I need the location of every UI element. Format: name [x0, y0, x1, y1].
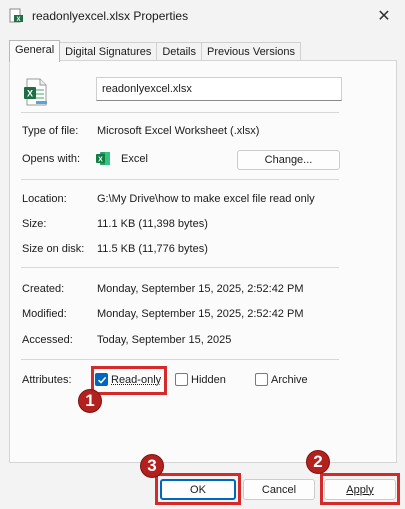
tab-details[interactable]: Details: [156, 42, 202, 62]
archive-checkbox[interactable]: Archive: [255, 373, 308, 386]
separator: [21, 179, 339, 180]
step-marker-2: 2: [306, 450, 330, 474]
separator: [21, 359, 339, 360]
checkbox-unchecked-icon[interactable]: [175, 373, 188, 386]
location-value: G:\My Drive\how to make excel file read …: [97, 193, 315, 205]
svg-text:X: X: [27, 89, 33, 99]
close-icon: ✕: [377, 8, 391, 25]
tab-strip: General Digital Signatures Details Previ…: [9, 40, 302, 62]
excel-file-icon: X: [24, 78, 47, 106]
title-bar: X readonlyexcel.xlsx Properties ✕: [0, 0, 405, 32]
separator: [21, 267, 339, 268]
modified-value: Monday, September 15, 2025, 2:52:42 PM: [97, 308, 304, 320]
file-name-input[interactable]: [96, 77, 342, 101]
created-value: Monday, September 15, 2025, 2:52:42 PM: [97, 283, 304, 295]
svg-text:X: X: [98, 157, 103, 164]
step-marker-1: 1: [78, 389, 102, 413]
read-only-highlight: [91, 366, 167, 395]
close-button[interactable]: ✕: [363, 0, 405, 32]
tab-previous-versions[interactable]: Previous Versions: [200, 42, 302, 62]
type-of-file-label: Type of file:: [22, 125, 79, 137]
window-title: readonlyexcel.xlsx Properties: [32, 9, 189, 23]
change-button[interactable]: Change...: [237, 150, 340, 170]
opens-with-value: Excel: [121, 153, 148, 165]
size-on-disk-label: Size on disk:: [22, 243, 85, 255]
file-icon: X: [9, 8, 23, 23]
step-marker-3: 3: [140, 454, 164, 478]
archive-label: Archive: [271, 373, 308, 386]
ok-highlight: [155, 473, 241, 505]
size-label: Size:: [22, 218, 47, 230]
opens-with-label: Opens with:: [22, 153, 81, 165]
tab-general[interactable]: General: [9, 40, 61, 62]
apply-highlight: [320, 473, 400, 505]
general-panel: X Type of file: Microsoft Excel Workshee…: [9, 60, 397, 463]
size-on-disk-value: 11.5 KB (11,776 bytes): [97, 243, 208, 255]
accessed-value: Today, September 15, 2025: [97, 334, 232, 346]
attributes-label: Attributes:: [22, 374, 72, 386]
excel-app-icon: X: [96, 152, 110, 165]
size-value: 11.1 KB (11,398 bytes): [97, 218, 208, 230]
hidden-checkbox[interactable]: Hidden: [175, 373, 226, 386]
hidden-label: Hidden: [191, 373, 226, 386]
accessed-label: Accessed:: [22, 334, 73, 346]
checkbox-unchecked-icon[interactable]: [255, 373, 268, 386]
tab-digital-signatures[interactable]: Digital Signatures: [59, 42, 158, 62]
location-label: Location:: [22, 193, 67, 205]
separator: [21, 112, 339, 113]
svg-text:X: X: [16, 17, 20, 23]
created-label: Created:: [22, 283, 65, 295]
type-of-file-value: Microsoft Excel Worksheet (.xlsx): [97, 125, 260, 137]
modified-label: Modified:: [22, 308, 67, 320]
cancel-button[interactable]: Cancel: [243, 479, 315, 500]
